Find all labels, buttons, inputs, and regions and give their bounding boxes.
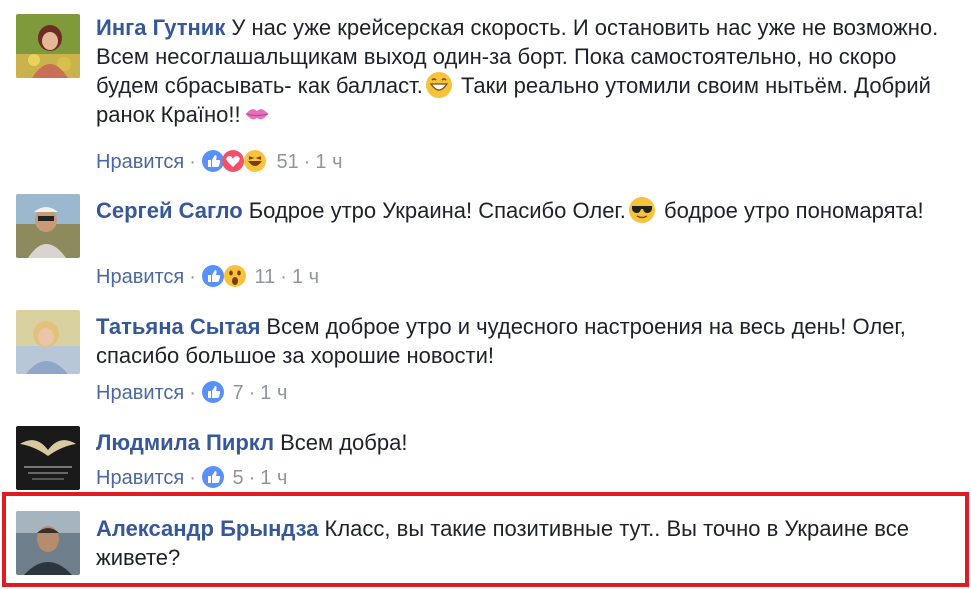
love-reaction-icon — [221, 150, 244, 172]
comment-body: Людмила Пиркл Всем добра! — [96, 428, 951, 457]
reactions[interactable] — [201, 149, 271, 173]
separator: · — [303, 151, 311, 173]
comment-author[interactable]: Татьяна Сытая — [96, 314, 260, 339]
reaction-count[interactable]: 51 — [277, 151, 299, 173]
avatar[interactable] — [16, 14, 80, 78]
separator: · — [189, 266, 196, 288]
separator: · — [248, 382, 256, 404]
separator: · — [280, 266, 287, 288]
separator: · — [189, 467, 196, 489]
comment-time[interactable]: 1 ч — [292, 266, 319, 288]
wow-reaction-icon — [223, 265, 246, 287]
comment-body: Александр Брындза Класс, вы такие позитив… — [96, 514, 951, 572]
separator: · — [189, 382, 196, 404]
avatar[interactable] — [16, 310, 80, 374]
like-link[interactable]: Нравится — [96, 382, 184, 404]
comment-text: Всем добра! — [280, 430, 408, 455]
comment-text-cont: бодрое утро пономарята! — [664, 198, 924, 223]
comment-meta: Нравится · 5 · 1 ч — [96, 465, 287, 491]
separator: · — [189, 151, 196, 173]
comment-body: Инга Гутник У нас уже крейсерская скорост… — [96, 13, 951, 129]
like-reaction-icon — [201, 466, 224, 488]
comment-meta: Нравится · 7 · 1 ч — [96, 380, 287, 406]
comment-text: Бодрое утро Украина! Спасибо Олег. — [248, 198, 626, 223]
comment-author[interactable]: Александр Брындза — [96, 516, 319, 541]
comment-time[interactable]: 1 ч — [260, 467, 287, 489]
reaction-count[interactable]: 5 — [233, 467, 244, 489]
comment-author[interactable]: Сергей Сагло — [96, 198, 243, 223]
comment-author[interactable]: Людмила Пиркл — [96, 430, 274, 455]
like-reaction-icon — [201, 381, 224, 403]
reaction-count[interactable]: 7 — [233, 382, 244, 404]
comment-meta: Нравится · 11 · 1 ч — [96, 264, 319, 290]
avatar[interactable] — [16, 194, 80, 258]
haha-reaction-icon — [243, 150, 266, 172]
comment-time[interactable]: 1 ч — [315, 151, 342, 173]
like-reaction-icon — [201, 150, 224, 172]
reactions[interactable] — [201, 264, 249, 288]
comment-meta: Нравится · 51 · 1 ч — [96, 149, 343, 175]
kiss-mark-emoji — [245, 109, 268, 120]
reactions[interactable] — [201, 465, 227, 489]
reaction-count[interactable]: 11 — [255, 266, 276, 288]
reactions[interactable] — [201, 380, 227, 404]
like-link[interactable]: Нравится — [96, 266, 184, 288]
sunglasses-face-emoji — [628, 197, 655, 223]
avatar[interactable] — [16, 426, 80, 490]
avatar[interactable] — [16, 511, 80, 575]
comment-time[interactable]: 1 ч — [260, 382, 287, 404]
like-reaction-icon — [201, 265, 224, 287]
separator: · — [248, 467, 256, 489]
comment-body: Татьяна Сытая Всем доброе утро и чудесног… — [96, 312, 951, 370]
like-link[interactable]: Нравится — [96, 151, 184, 173]
like-link[interactable]: Нравится — [96, 467, 184, 489]
grinning-face-emoji — [425, 72, 452, 98]
comment-body: Сергей Сагло Бодрое утро Украина! Спасибо… — [96, 196, 951, 225]
comment-author[interactable]: Инга Гутник — [96, 15, 225, 40]
